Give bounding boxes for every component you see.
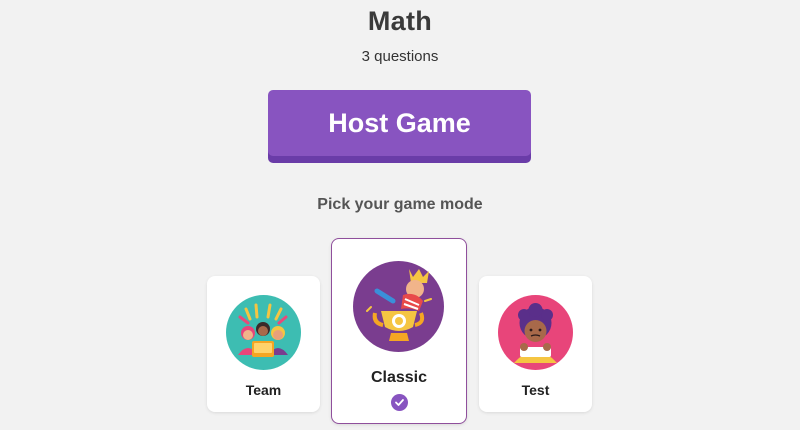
team-illustration-icon bbox=[226, 295, 301, 370]
host-game-button[interactable]: Host Game bbox=[268, 90, 531, 156]
mode-card-team[interactable]: Team bbox=[207, 276, 320, 412]
mode-card-test[interactable]: Test bbox=[479, 276, 592, 412]
mode-card-classic[interactable]: Classic bbox=[331, 238, 467, 424]
mode-label-team: Team bbox=[245, 382, 282, 398]
mode-picker-heading: Pick your game mode bbox=[317, 196, 483, 213]
question-count: 3 questions bbox=[361, 48, 439, 65]
mode-label-classic: Classic bbox=[370, 369, 428, 386]
selected-check-icon bbox=[391, 394, 408, 411]
student-illustration-icon bbox=[498, 295, 573, 370]
trophy-illustration-icon bbox=[353, 261, 444, 352]
quiz-title: Math bbox=[367, 6, 433, 36]
mode-label-test: Test bbox=[521, 382, 550, 398]
